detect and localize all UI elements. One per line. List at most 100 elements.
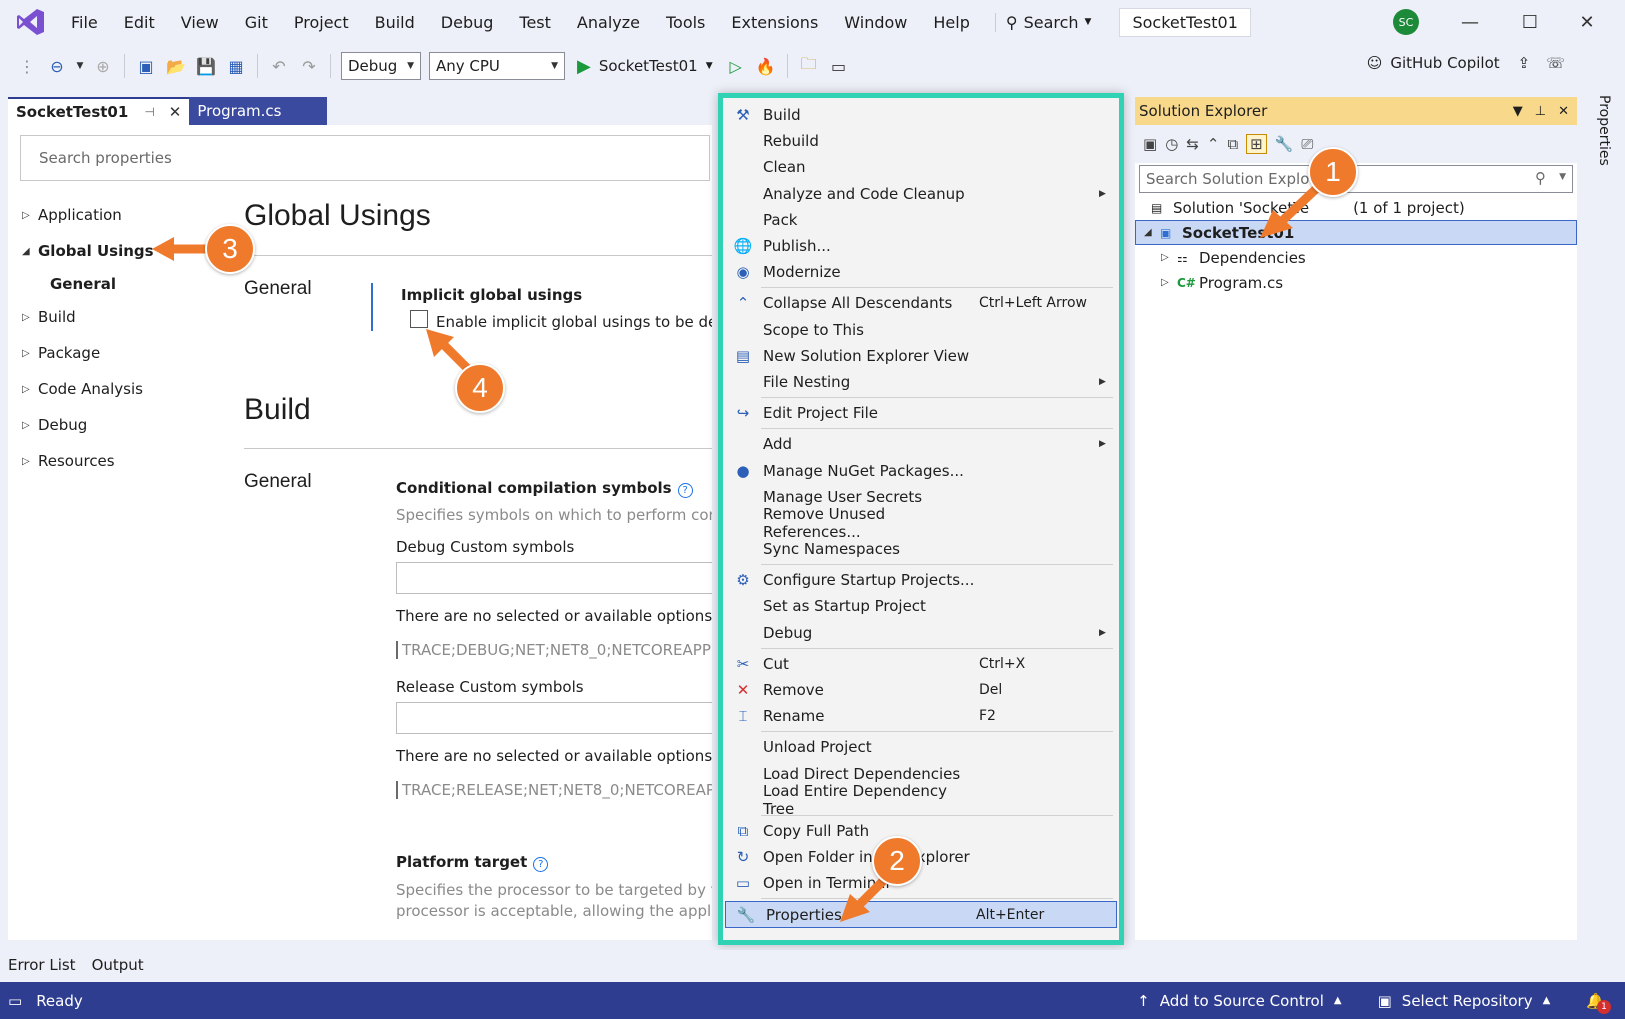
menu-build[interactable]: Build [362, 13, 428, 32]
debug-custom-symbols-input[interactable] [396, 562, 712, 594]
search-menu[interactable]: ⚲ Search ▼ [994, 12, 1102, 32]
share-icon[interactable]: ⇪ [1518, 54, 1531, 72]
notifications-button[interactable]: 🔔 1 [1586, 992, 1611, 1014]
close-icon[interactable]: ✕ [1558, 104, 1569, 119]
menu-project[interactable]: Project [281, 13, 362, 32]
context-menu-item-unload-project[interactable]: Unload Project [723, 734, 1119, 760]
context-menu-item-properties[interactable]: 🔧 Properties Alt+Enter [725, 901, 1117, 928]
nav-item-general[interactable]: General [22, 269, 222, 299]
menu-test[interactable]: Test [506, 13, 564, 32]
layout-icon[interactable]: ▭ [826, 53, 852, 79]
history-icon[interactable]: ◷ [1165, 135, 1178, 153]
show-all-files-icon[interactable]: ⧉ [1227, 135, 1238, 153]
dropdown-icon[interactable]: ▼ [1513, 104, 1523, 119]
start-debugging-button[interactable]: ▶ SocketTest01 ▼ [577, 56, 713, 77]
nav-item-application[interactable]: ▷ Application [22, 197, 222, 233]
context-menu-item-scope-to-this[interactable]: Scope to This [723, 317, 1119, 343]
context-menu-item-pack[interactable]: Pack [723, 207, 1119, 233]
visual-studio-logo-icon[interactable] [14, 5, 48, 39]
menu-help[interactable]: Help [920, 13, 982, 32]
maximize-button[interactable]: ☐ [1515, 8, 1545, 36]
switch-view-icon[interactable]: ⊞ [1246, 134, 1267, 154]
menu-extensions[interactable]: Extensions [718, 13, 831, 32]
help-icon[interactable]: ? [677, 483, 693, 498]
tree-item-solution[interactable]: ▤ Solution 'SocketTe (1 of 1 project) [1135, 195, 1577, 220]
context-menu-item-edit-project-file[interactable]: ↪ Edit Project File [723, 400, 1119, 426]
close-icon[interactable]: ✕ [169, 103, 182, 121]
vs-solution-icon[interactable]: ▣ [1143, 135, 1157, 153]
context-menu-item-sync-namespaces[interactable]: Sync Namespaces [723, 536, 1119, 562]
context-menu-item-cut[interactable]: ✂ Cut Ctrl+X [723, 651, 1119, 677]
open-folder-icon[interactable]: 📂 [163, 53, 189, 79]
undo-icon[interactable]: ↶ [266, 53, 292, 79]
properties-icon[interactable]: 🔧 [1275, 135, 1294, 153]
search-properties-input[interactable]: Search properties [20, 135, 710, 181]
github-copilot-button[interactable]: ☺ GitHub Copilot ⇪ ☏ [1367, 54, 1565, 72]
menu-edit[interactable]: Edit [111, 13, 168, 32]
solution-folder-icon[interactable]: 🗀 [796, 53, 822, 79]
context-menu-item-clean[interactable]: Clean [723, 154, 1119, 180]
nav-item-resources[interactable]: ▷ Resources [22, 443, 222, 479]
menu-debug[interactable]: Debug [428, 13, 507, 32]
nav-item-build[interactable]: ▷ Build [22, 299, 222, 335]
tree-item-dependencies[interactable]: ▷ ⚏ Dependencies [1135, 245, 1577, 270]
save-all-icon[interactable]: ▦ [223, 53, 249, 79]
context-menu-item-file-nesting[interactable]: File Nesting ▶ [723, 369, 1119, 395]
feedback-icon[interactable]: ☏ [1546, 54, 1565, 72]
release-custom-symbols-input[interactable] [396, 702, 712, 734]
avatar[interactable]: SC [1393, 9, 1419, 35]
context-menu-item-collapse-all-descendants[interactable]: ⌃ Collapse All Descendants Ctrl+Left Arrow [723, 290, 1119, 316]
context-menu-item-build[interactable]: ⚒ Build [723, 102, 1119, 128]
context-menu-item-debug[interactable]: Debug ▶ [723, 620, 1119, 646]
minimize-button[interactable]: — [1455, 8, 1485, 36]
context-menu-item-analyze-and-code-cleanup[interactable]: Analyze and Code Cleanup ▶ [723, 181, 1119, 207]
properties-side-tab[interactable]: Properties [1588, 95, 1620, 166]
tab-sockettest01[interactable]: SocketTest01 ⊣ ✕ [8, 97, 190, 125]
pin-icon[interactable]: ⊣ [144, 105, 154, 119]
context-menu-item-copy-full-path[interactable]: ⧉ Copy Full Path [723, 818, 1119, 844]
platform-dropdown[interactable]: Any CPU ▼ [429, 52, 565, 80]
close-window-button[interactable]: ✕ [1572, 8, 1602, 36]
context-menu-item-remove-unused-references[interactable]: Remove Unused References... [723, 505, 1119, 541]
pin-icon[interactable]: ⊥ [1535, 104, 1546, 119]
menu-view[interactable]: View [168, 13, 232, 32]
redo-icon[interactable]: ↷ [296, 53, 322, 79]
context-menu-item-new-solution-explorer-view[interactable]: ▤ New Solution Explorer View [723, 343, 1119, 369]
context-menu-item-rebuild[interactable]: Rebuild [723, 128, 1119, 154]
start-without-debugging-icon[interactable]: ▷ [723, 53, 749, 79]
configuration-dropdown[interactable]: Debug ▼ [341, 52, 421, 80]
hot-reload-icon[interactable]: 🔥 [753, 53, 779, 79]
menu-analyze[interactable]: Analyze [564, 13, 653, 32]
menu-file[interactable]: File [58, 13, 111, 32]
context-menu-item-remove[interactable]: ✕ Remove Del [723, 677, 1119, 703]
tab-error-list[interactable]: Error List [0, 956, 84, 974]
context-menu-item-rename[interactable]: ⌶ Rename F2 [723, 703, 1119, 729]
tab-output[interactable]: Output [84, 956, 152, 974]
menu-git[interactable]: Git [232, 13, 281, 32]
select-repository-button[interactable]: ▣ Select Repository ▲ [1378, 992, 1551, 1010]
preview-icon[interactable]: ⎚ [1301, 135, 1313, 153]
context-menu-item-set-as-startup-project[interactable]: Set as Startup Project [723, 593, 1119, 619]
tab-program-cs[interactable]: Program.cs [189, 97, 328, 125]
chevron-down-icon[interactable]: ▼ [74, 53, 86, 79]
context-menu-item-add[interactable]: Add ▶ [723, 431, 1119, 457]
menu-tools[interactable]: Tools [653, 13, 718, 32]
sync-icon[interactable]: ⇆ [1186, 135, 1199, 153]
forward-icon[interactable]: ⊕ [90, 53, 116, 79]
context-menu-item-open-in-terminal[interactable]: ▭ Open in Terminal [723, 870, 1119, 896]
context-menu-item-publish[interactable]: 🌐 Publish... [723, 233, 1119, 259]
collapse-all-icon[interactable]: ⌃ [1207, 135, 1220, 153]
nav-item-code-analysis[interactable]: ▷ Code Analysis [22, 371, 222, 407]
nav-item-debug[interactable]: ▷ Debug [22, 407, 222, 443]
help-icon[interactable]: ? [533, 857, 549, 872]
tree-item-program-cs[interactable]: ▷ C# Program.cs [1135, 270, 1577, 295]
implicit-usings-checkbox[interactable] [410, 310, 428, 328]
context-menu-item-manage-nuget-packages[interactable]: ● Manage NuGet Packages... [723, 457, 1119, 483]
tree-item-project[interactable]: ◢ ▣ SocketTest01 [1135, 220, 1577, 245]
new-project-icon[interactable]: ▣ [133, 53, 159, 79]
add-to-source-control-button[interactable]: ↑ Add to Source Control ▲ [1137, 992, 1341, 1010]
nav-item-package[interactable]: ▷ Package [22, 335, 222, 371]
save-icon[interactable]: 💾 [193, 53, 219, 79]
back-icon[interactable]: ⊖ [44, 53, 70, 79]
context-menu-item-configure-startup-projects[interactable]: ⚙ Configure Startup Projects... [723, 567, 1119, 593]
